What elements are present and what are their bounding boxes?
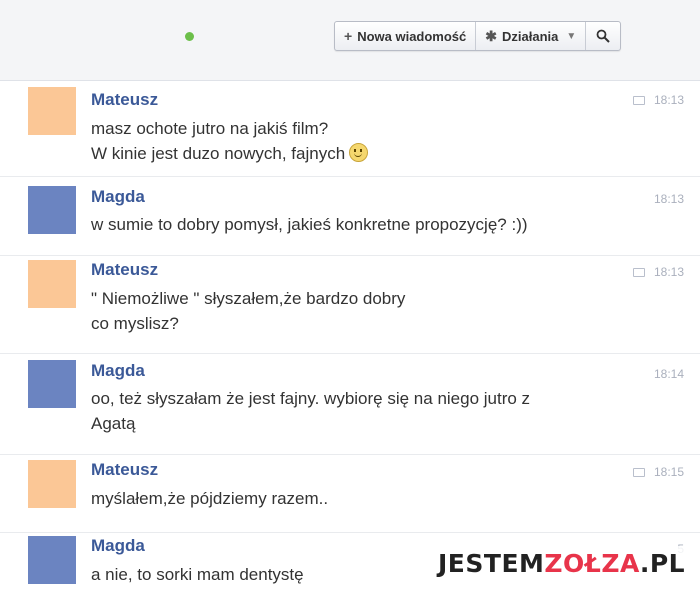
sender-name[interactable]: Mateusz (91, 260, 158, 280)
message-timestamp: 18:13 (654, 192, 684, 206)
message-timestamp: 18:13 (632, 265, 684, 279)
avatar[interactable] (28, 186, 76, 234)
watermark-part-3: .PL (639, 548, 686, 578)
sender-name[interactable]: Magda (91, 536, 145, 556)
online-status-indicator (185, 32, 194, 41)
message-line-with-emoji: W kinie jest duzo nowych, fajnych (91, 141, 651, 166)
message-line: oo, też słyszałam że jest fajny. wybiorę… (91, 389, 531, 408)
site-watermark: JESTEM ZOŁZA .PL (432, 546, 692, 580)
message-item: Mateusz myślałem,że pójdziemy razem.. 18… (0, 455, 700, 533)
message-text: masz ochote jutro na jakiś film? W kinie… (91, 116, 651, 166)
actions-dropdown-button[interactable]: ✱ Działania ▼ (476, 22, 587, 50)
header-action-buttons: + Nowa wiadomość ✱ Działania ▼ (334, 21, 622, 51)
message-line: w sumie to dobry pomysł, jakieś konkretn… (91, 215, 528, 234)
sender-name[interactable]: Mateusz (91, 460, 158, 480)
message-text: " Niemożliwe " słyszałem,że bardzo dobry… (91, 286, 651, 336)
message-text: w sumie to dobry pomysł, jakieś konkretn… (91, 212, 651, 237)
message-line: W kinie jest duzo nowych, fajnych (91, 144, 346, 163)
reply-icon[interactable] (632, 95, 645, 105)
message-item: Magda w sumie to dobry pomysł, jakieś ko… (0, 177, 700, 256)
message-timestamp: 18:15 (632, 465, 684, 479)
search-icon (596, 29, 610, 43)
message-line: myślałem,że pójdziemy razem.. (91, 489, 329, 508)
avatar[interactable] (28, 260, 76, 308)
message-timestamp: 18:14 (654, 367, 684, 381)
timestamp-text: 18:13 (653, 93, 684, 107)
sender-name[interactable]: Magda (91, 361, 145, 381)
reply-icon[interactable] (632, 467, 645, 477)
avatar[interactable] (28, 87, 76, 135)
timestamp-text: 18:13 (653, 265, 684, 279)
avatar[interactable] (28, 360, 76, 408)
message-text: myślałem,że pójdziemy razem.. (91, 486, 651, 511)
message-text: oo, też słyszałam że jest fajny. wybiorę… (91, 386, 651, 436)
chevron-down-icon: ▼ (566, 30, 577, 42)
timestamp-text: 18:13 (653, 192, 684, 206)
message-timestamp: 18:13 (632, 93, 684, 107)
new-message-button[interactable]: + Nowa wiadomość (335, 22, 477, 50)
message-item: Mateusz " Niemożliwe " słyszałem,że bard… (0, 256, 700, 354)
conversation-header: + Nowa wiadomość ✱ Działania ▼ (0, 0, 700, 81)
message-line: co myslisz? (91, 314, 179, 333)
sender-name[interactable]: Magda (91, 187, 145, 207)
watermark-part-2: ZOŁZA (544, 548, 640, 578)
plus-icon: + (344, 28, 353, 44)
smiley-emoji-icon (349, 143, 369, 162)
gear-icon: ✱ (485, 27, 497, 44)
timestamp-text: 18:15 (653, 465, 684, 479)
avatar[interactable] (28, 460, 76, 508)
watermark-part-1: JESTEM (438, 548, 545, 578)
message-line: " Niemożliwe " słyszałem,że bardzo dobry (91, 289, 406, 308)
message-line: masz ochote jutro na jakiś film? (91, 119, 329, 138)
avatar[interactable] (28, 536, 76, 584)
timestamp-text: 18:14 (653, 367, 684, 381)
message-item: Magda oo, też słyszałam że jest fajny. w… (0, 354, 700, 455)
reply-icon[interactable] (632, 267, 645, 277)
sender-name[interactable]: Mateusz (91, 90, 158, 110)
message-line: Agatą (91, 414, 136, 433)
actions-label: Działania (502, 28, 559, 44)
new-message-label: Nowa wiadomość (357, 28, 467, 44)
search-button[interactable] (586, 22, 620, 50)
message-item: Mateusz masz ochote jutro na jakiś film?… (0, 81, 700, 177)
